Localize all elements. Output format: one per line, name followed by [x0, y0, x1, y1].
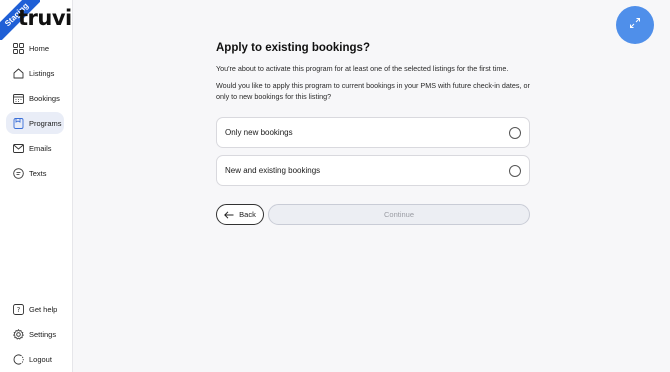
- option-only-new-bookings[interactable]: Only new bookings: [216, 117, 530, 148]
- house-icon: [12, 67, 24, 79]
- sidebar-item-listings[interactable]: Listings: [6, 62, 64, 84]
- sidebar-item-label: Home: [29, 43, 50, 53]
- sidebar-item-programs[interactable]: Programs: [6, 112, 64, 134]
- document-icon: [12, 117, 24, 129]
- sidebar-item-get-help[interactable]: ? Get help: [6, 298, 64, 320]
- sidebar-item-label: Listings: [29, 68, 55, 78]
- question-text: Would you like to apply this program to …: [216, 81, 530, 101]
- back-button-label: Back: [239, 210, 256, 219]
- collapse-arrows-icon: [629, 16, 641, 34]
- sidebar-item-label: Get help: [29, 304, 58, 314]
- calendar-icon: [12, 92, 24, 104]
- sidebar-item-label: Logout: [29, 354, 52, 364]
- svg-text:?: ?: [16, 306, 20, 314]
- sidebar-item-bookings[interactable]: Bookings: [6, 87, 64, 109]
- gear-icon: [12, 328, 24, 340]
- arrow-left-icon: [224, 210, 234, 219]
- chat-icon: [12, 167, 24, 179]
- logout-icon: [12, 353, 24, 365]
- description-text: You're about to activate this program fo…: [216, 64, 509, 73]
- continue-button-label: Continue: [383, 210, 415, 219]
- back-button[interactable]: Back: [216, 204, 264, 225]
- radio-button[interactable]: [509, 127, 521, 139]
- sidebar: Staging truvi Home Listings Bookings Pro…: [0, 0, 73, 372]
- sidebar-item-label: Texts: [29, 168, 47, 178]
- mail-icon: [12, 142, 24, 154]
- grid-icon: [12, 42, 24, 54]
- sidebar-item-label: Emails: [29, 143, 52, 153]
- logo: truvi: [18, 6, 72, 30]
- collapse-button[interactable]: [616, 6, 654, 44]
- option-label: Only new bookings: [225, 128, 293, 137]
- radio-button[interactable]: [509, 165, 521, 177]
- sidebar-item-label: Settings: [29, 329, 57, 339]
- sidebar-item-label: Programs: [29, 118, 62, 128]
- page-title: Apply to existing bookings?: [216, 42, 370, 54]
- sidebar-item-texts[interactable]: Texts: [6, 162, 64, 184]
- help-icon: ?: [12, 303, 24, 315]
- sidebar-item-settings[interactable]: Settings: [6, 323, 64, 345]
- option-new-and-existing-bookings[interactable]: New and existing bookings: [216, 155, 530, 186]
- continue-button[interactable]: Continue: [268, 204, 530, 225]
- sidebar-item-home[interactable]: Home: [6, 37, 64, 59]
- sidebar-item-emails[interactable]: Emails: [6, 137, 64, 159]
- sidebar-item-label: Bookings: [29, 93, 60, 103]
- sidebar-item-logout[interactable]: Logout: [6, 348, 64, 370]
- option-label: New and existing bookings: [225, 166, 321, 175]
